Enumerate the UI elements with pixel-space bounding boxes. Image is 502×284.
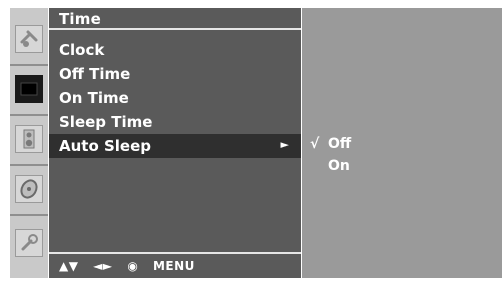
footer-hints: ▲▼ ◄► ◉ MENU xyxy=(59,259,195,273)
tv-osd-screen: Time Clock Off Time On Time Sleep Time A… xyxy=(0,0,502,284)
check-mark-icon: √ xyxy=(310,136,320,152)
option-off[interactable]: Off xyxy=(328,136,351,152)
satellite-icon xyxy=(15,25,43,53)
menu-item-off-time[interactable]: Off Time xyxy=(49,62,301,86)
menu-item-label: Auto Sleep xyxy=(59,137,152,155)
time-menu: Time Clock Off Time On Time Sleep Time A… xyxy=(49,8,301,278)
menu-item-clock[interactable]: Clock xyxy=(49,38,301,62)
up-down-arrows-icon: ▲▼ xyxy=(59,259,79,273)
menu-key-label: MENU xyxy=(152,259,195,273)
menu-item-sleep-time[interactable]: Sleep Time xyxy=(49,110,301,134)
ok-button-icon: ◉ xyxy=(127,259,139,273)
category-audio[interactable] xyxy=(10,116,48,162)
menu-item-label: Clock xyxy=(59,41,105,59)
category-time[interactable] xyxy=(10,166,48,212)
key-icon xyxy=(15,229,43,257)
menu-item-on-time[interactable]: On Time xyxy=(49,86,301,110)
left-right-arrows-icon: ◄► xyxy=(93,259,113,273)
category-picture[interactable] xyxy=(10,66,48,112)
menu-item-auto-sleep[interactable]: Auto Sleep ► xyxy=(49,134,301,158)
menu-item-label: Off Time xyxy=(59,65,131,83)
picture-icon xyxy=(15,75,43,103)
category-channel[interactable] xyxy=(10,16,48,62)
menu-footer: ▲▼ ◄► ◉ MENU xyxy=(49,252,301,278)
option-on[interactable]: On xyxy=(328,158,350,174)
menu-title: Time xyxy=(59,10,101,28)
category-lock[interactable] xyxy=(10,220,48,266)
menu-item-label: On Time xyxy=(59,89,129,107)
speaker-icon xyxy=(15,125,43,153)
disc-icon xyxy=(15,175,43,203)
menu-title-bar: Time xyxy=(49,8,301,30)
category-rail xyxy=(10,8,48,278)
submenu-arrow-icon: ► xyxy=(280,138,289,151)
menu-item-label: Sleep Time xyxy=(59,113,153,131)
auto-sleep-submenu: √ Off On xyxy=(302,8,502,278)
